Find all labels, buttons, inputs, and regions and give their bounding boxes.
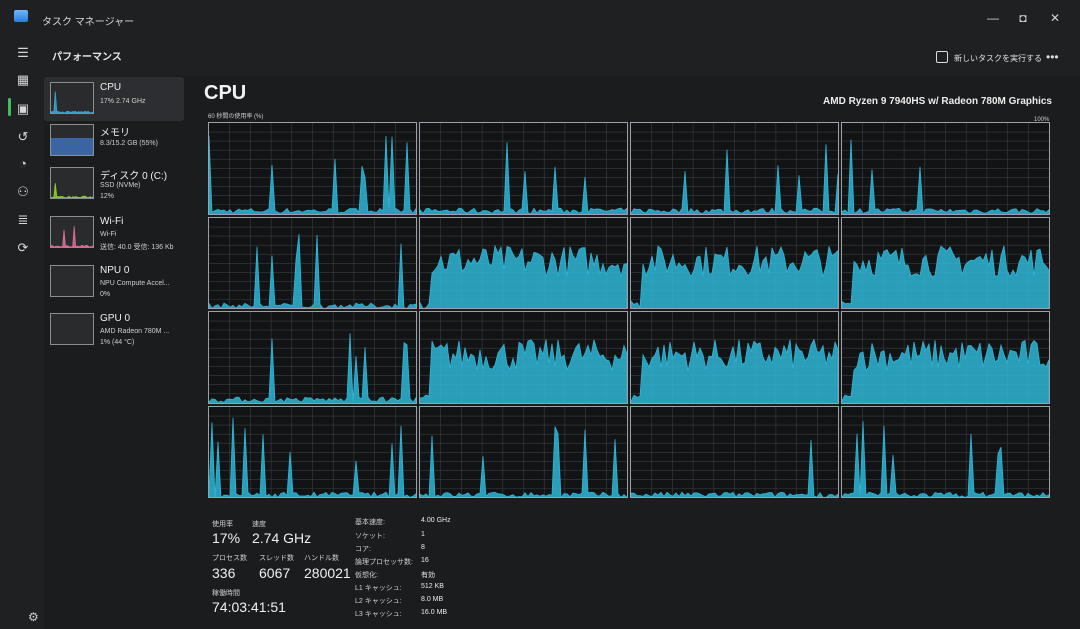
navigation-rail <box>0 36 44 629</box>
new-task-icon <box>936 51 948 63</box>
sidebar-item-label: ディスク 0 (C:) <box>100 171 168 182</box>
cpu-thumbnail-graph <box>50 82 94 114</box>
sidebar-item-label: Wi-Fi <box>100 216 124 227</box>
sidebar-item-disk[interactable]: ディスク 0 (C:) SSD (NVMe) 12% <box>44 162 184 206</box>
startup-apps-icon[interactable]: ◔ <box>10 153 36 175</box>
sidebar-item-value: 送信: 40.0 受信: 136 Kb <box>100 244 174 251</box>
base-speed-key: 基本速度: <box>355 519 385 526</box>
l1-cache-value: 512 KB <box>421 583 444 590</box>
details-icon[interactable]: ≣ <box>10 209 36 231</box>
sidebar-item-detail: 8.3/15.2 GB (55%) <box>100 140 158 147</box>
cpu-model-name: AMD Ryzen 9 7940HS w/ Radeon 780M Graphi… <box>823 96 1052 107</box>
minimize-button[interactable]: — <box>982 9 1004 27</box>
sidebar-item-detail: AMD Radeon 780M ... <box>100 328 170 335</box>
app-history-icon[interactable]: ↺ <box>10 126 36 148</box>
processes-value: 336 <box>212 565 236 581</box>
uptime-label: 稼働時間 <box>212 590 240 597</box>
logical-processor-graph <box>841 122 1050 215</box>
logical-processor-graph <box>841 311 1050 404</box>
logical-processor-graph <box>419 405 628 498</box>
memory-thumbnail-graph <box>50 124 94 156</box>
task-manager-app-icon <box>14 10 28 22</box>
logical-processors-key: 論理プロセッサ数: <box>355 559 413 566</box>
speed-label: 速度 <box>252 521 266 528</box>
npu-thumbnail-graph <box>50 265 94 297</box>
users-icon[interactable]: ⚇ <box>10 181 36 203</box>
sidebar-item-label: CPU <box>100 82 122 93</box>
logical-processors-value: 16 <box>421 557 429 564</box>
l2-cache-value: 8.0 MB <box>421 596 444 603</box>
logical-processor-graph <box>419 122 628 215</box>
utilization-axis-label: 60 秒間の使用率 (%) <box>208 114 264 120</box>
sidebar-item-value: 0% <box>100 291 111 298</box>
sockets-key: ソケット: <box>355 533 385 540</box>
sidebar-item-label: NPU 0 <box>100 265 130 276</box>
logical-processor-graph <box>841 216 1050 309</box>
threads-label: スレッド数 <box>259 555 294 562</box>
uptime-value: 74:03:41:51 <box>212 599 286 615</box>
logical-processor-graphs <box>208 122 1052 500</box>
usage-value: 17% <box>212 530 241 546</box>
cpu-heading: CPU <box>204 82 247 104</box>
sidebar-item-label: GPU 0 <box>100 313 131 324</box>
l1-cache-key: L1 キャッシュ: <box>355 585 402 592</box>
sidebar-item-memory[interactable]: メモリ 8.3/15.2 GB (55%) <box>44 119 184 163</box>
sidebar-item-gpu[interactable]: GPU 0 AMD Radeon 780M ... 1% (44 °C) <box>44 308 184 352</box>
header-bar <box>44 36 1080 76</box>
sidebar-item-value: 12% <box>100 193 115 200</box>
sidebar-item-detail: 17% 2.74 GHz <box>100 98 146 105</box>
logical-processor-graph <box>208 405 417 498</box>
virtualization-key: 仮想化: <box>355 572 378 579</box>
more-options-button[interactable]: ••• <box>1046 50 1059 64</box>
performance-icon[interactable]: ▣ <box>10 98 36 120</box>
sidebar-item-detail: Wi-Fi <box>100 231 117 238</box>
sidebar-item-npu[interactable]: NPU 0 NPU Compute Accel... 0% <box>44 260 184 304</box>
sidebar-item-wifi[interactable]: Wi-Fi Wi-Fi 送信: 40.0 受信: 136 Kb <box>44 211 184 255</box>
threads-value: 6067 <box>259 565 291 581</box>
page-title: パフォーマンス <box>52 52 122 63</box>
logical-processor-graph <box>841 405 1050 498</box>
sidebar-item-label: メモリ <box>100 128 130 139</box>
disk-thumbnail-graph <box>50 167 94 199</box>
logical-processor-graph <box>208 311 417 404</box>
settings-gear-icon[interactable]: ⚙ <box>28 610 39 624</box>
virtualization-value: 有効 <box>421 572 435 579</box>
processes-label: プロセス数 <box>212 555 247 562</box>
l3-cache-value: 16.0 MB <box>421 609 448 616</box>
logical-processor-graph <box>208 122 417 215</box>
processes-icon[interactable]: ▦ <box>10 69 36 91</box>
usage-label: 使用率 <box>212 521 233 528</box>
l2-cache-key: L2 キャッシュ: <box>355 598 402 605</box>
logical-processor-graph <box>419 311 628 404</box>
hamburger-menu-icon[interactable]: ☰ <box>10 42 36 64</box>
sidebar-item-detail: SSD (NVMe) <box>100 182 141 189</box>
sidebar-item-cpu[interactable]: CPU 17% 2.74 GHz <box>44 77 184 121</box>
logical-processor-graph <box>419 216 628 309</box>
window-title: タスク マネージャー <box>42 17 135 28</box>
wifi-thumbnail-graph <box>50 216 94 248</box>
sidebar-item-value: 1% (44 °C) <box>100 339 135 346</box>
maximize-button[interactable]: ◘ <box>1012 9 1034 27</box>
title-bar: タスク マネージャー — ◘ ✕ <box>0 0 1080 36</box>
logical-processor-graph <box>630 405 839 498</box>
logical-processor-graph <box>630 216 839 309</box>
services-icon[interactable]: ⟳ <box>10 237 36 259</box>
logical-processor-graph <box>208 216 417 309</box>
close-button[interactable]: ✕ <box>1044 9 1066 27</box>
logical-processor-graph <box>630 122 839 215</box>
base-speed-value: 4.00 GHz <box>421 517 451 524</box>
speed-value: 2.74 GHz <box>252 530 312 546</box>
run-new-task-label: 新しいタスクを実行する <box>954 54 1042 63</box>
handles-label: ハンドル数 <box>304 555 339 562</box>
sockets-value: 1 <box>421 531 425 538</box>
gpu-thumbnail-graph <box>50 313 94 345</box>
sidebar-item-detail: NPU Compute Accel... <box>100 280 170 287</box>
cores-value: 8 <box>421 544 425 551</box>
cores-key: コア: <box>355 546 371 553</box>
logical-processor-graph <box>630 311 839 404</box>
run-new-task-button[interactable]: 新しいタスクを実行する <box>936 51 1042 64</box>
l3-cache-key: L3 キャッシュ: <box>355 611 402 618</box>
handles-value: 280021 <box>304 565 351 581</box>
